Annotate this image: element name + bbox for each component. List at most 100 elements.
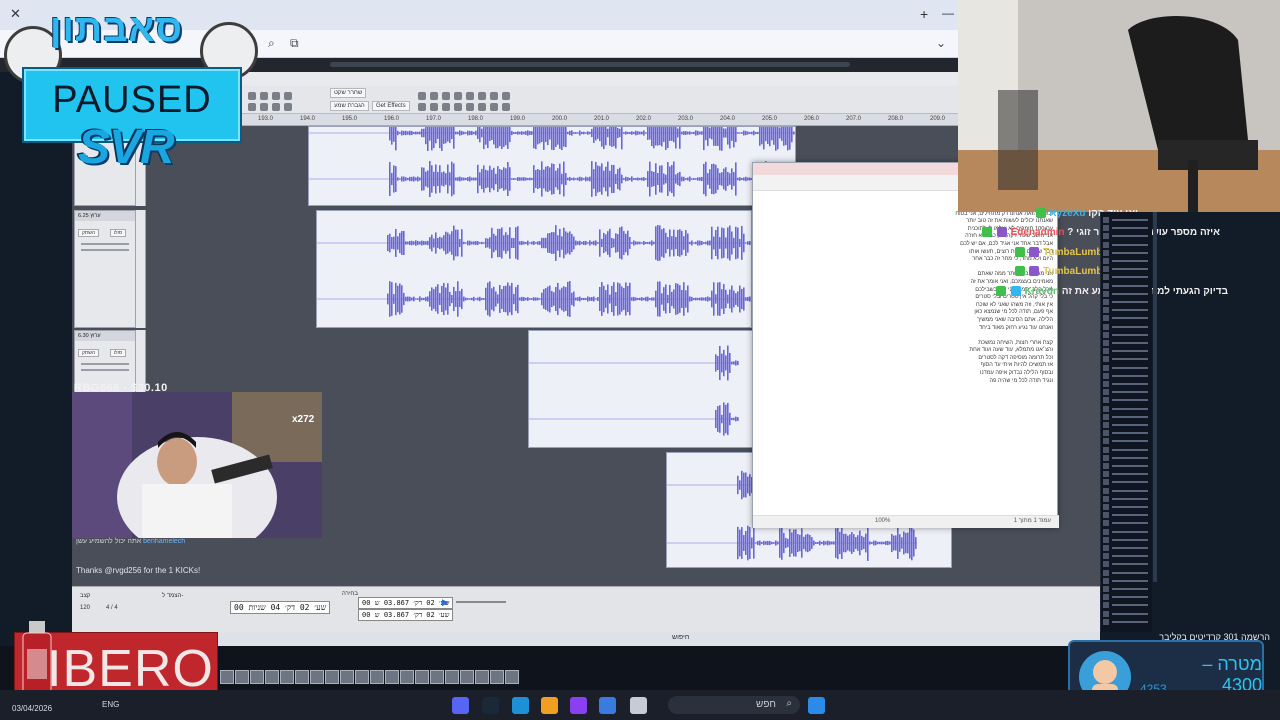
gain-slider[interactable] [81,363,129,365]
meter-icon[interactable] [490,103,498,111]
meter-icon[interactable] [418,103,426,111]
stream-list-row[interactable] [1103,585,1151,593]
stream-list-row[interactable] [1103,290,1151,298]
stream-list-row[interactable] [1103,495,1151,503]
stream-list-row[interactable] [1103,364,1151,372]
stream-list-row[interactable] [1103,339,1151,347]
stream-list-row[interactable] [1103,618,1151,626]
pan-slider[interactable] [81,369,129,371]
meter-icon[interactable] [454,92,462,100]
tempo-value[interactable]: 120 [80,605,90,611]
stream-list-row[interactable] [1103,282,1151,290]
meter-icon[interactable] [502,92,510,100]
stream-list-row[interactable] [1103,314,1151,322]
stream-list-row[interactable] [1103,396,1151,404]
solo-button[interactable]: סולו [109,229,127,237]
meter-icon[interactable] [418,92,426,100]
inner-search[interactable]: חיפוש [672,634,689,641]
zoom-toggle-icon[interactable] [284,92,292,100]
file-explorer-icon[interactable] [630,697,647,714]
solo-button[interactable]: סולו [109,349,127,357]
chat-user[interactable]: RyzeXu [1049,208,1085,219]
discord-icon[interactable] [452,697,469,714]
stream-list-row[interactable] [1103,429,1151,437]
mute-button[interactable]: השתק [78,229,100,237]
stream-list-row[interactable] [1103,601,1151,609]
editor-app-icon[interactable] [512,697,529,714]
stream-list-row[interactable] [1103,323,1151,331]
stream-list-row[interactable] [1103,306,1151,314]
meter-icon[interactable] [502,103,510,111]
chat-user[interactable]: TumbaLumba [1043,247,1108,258]
stream-list-row[interactable] [1103,421,1151,429]
track-panel[interactable]: 6.25 ערוץ השתק סולו [74,210,136,328]
stream-list-row[interactable] [1103,273,1151,281]
stream-list-row[interactable] [1103,577,1151,585]
meter-icon[interactable] [490,92,498,100]
stream-list-row[interactable] [1103,446,1151,454]
get-effects-button[interactable]: Get Effects [372,101,410,111]
stream-list-row[interactable] [1103,519,1151,527]
stream-list-row[interactable] [1103,552,1151,560]
audio-clip[interactable] [308,126,796,206]
minimize-icon[interactable]: — [942,6,954,20]
language-indicator[interactable]: ENG [102,700,119,709]
trim-icon[interactable] [248,103,256,111]
steam-icon[interactable] [482,697,499,714]
meter-icon[interactable] [466,103,474,111]
zoom-out-icon[interactable] [260,92,268,100]
meter-icon[interactable] [466,92,474,100]
stream-list-row[interactable] [1103,413,1151,421]
stream-list-row[interactable] [1103,528,1151,536]
play-icon[interactable]: ▶ [442,597,449,608]
pan-slider[interactable] [81,249,129,251]
redo-icon[interactable] [284,103,292,111]
audio-clip[interactable] [316,210,752,328]
chat-user[interactable]: Kravdn [1025,286,1059,297]
stream-list-row[interactable] [1103,257,1151,265]
stream-list-row[interactable] [1103,355,1151,363]
fit-icon[interactable] [272,92,280,100]
stream-list-row[interactable] [1103,511,1151,519]
meter-icon[interactable] [442,103,450,111]
stream-list-row[interactable] [1103,372,1151,380]
playback-speed-slider[interactable] [456,601,506,603]
stream-list-row[interactable] [1103,437,1151,445]
stream-list-row[interactable] [1103,380,1151,388]
silence-icon[interactable] [260,103,268,111]
stream-list-row[interactable] [1103,487,1151,495]
audio-clip[interactable] [528,330,754,448]
mic-app-icon[interactable] [541,697,558,714]
chat-user[interactable]: TumbaLumba [1043,266,1108,277]
stream-list-row[interactable] [1103,249,1151,257]
mute-button[interactable]: השתק [78,349,100,357]
new-tab-icon[interactable]: + [920,6,928,22]
meter-icon[interactable] [478,103,486,111]
undo-icon[interactable] [272,103,280,111]
stream-list-row[interactable] [1103,347,1151,355]
stream-list-row[interactable] [1103,569,1151,577]
stream-list-row[interactable] [1103,454,1151,462]
taskbar-search[interactable]: חפש ⌕ [668,696,800,714]
meter-icon[interactable] [430,103,438,111]
chat-user[interactable]: Edenadmin [1011,227,1065,238]
stream-list-row[interactable] [1103,503,1151,511]
stream-list-row[interactable] [1103,405,1151,413]
windows-start-icon[interactable] [808,697,825,714]
selection-end[interactable]: 00 שע׳ 02 דק׳ 03.867 ש [358,609,454,621]
stream-list-row[interactable] [1103,610,1151,618]
stream-list-row[interactable] [1103,536,1151,544]
stream-list-row[interactable] [1103,478,1151,486]
stream-list-row[interactable] [1103,388,1151,396]
screenshot-icon[interactable]: ⧉ [290,36,299,51]
stream-list-row[interactable] [1103,216,1151,224]
selection-start[interactable]: 00 שע׳ 02 דק׳ 03.867 ש [358,597,454,609]
stream-list-sidebar[interactable] [1100,212,1152,632]
stream-list-row[interactable] [1103,241,1151,249]
browser-menu-icon[interactable]: ⌄ [936,36,946,50]
stream-list-row[interactable] [1103,224,1151,232]
camera-app-icon[interactable] [570,697,587,714]
scrollbar[interactable] [1153,212,1157,582]
toolbar-button[interactable]: שחרר שקט [330,88,367,98]
stream-list-row[interactable] [1103,232,1151,240]
